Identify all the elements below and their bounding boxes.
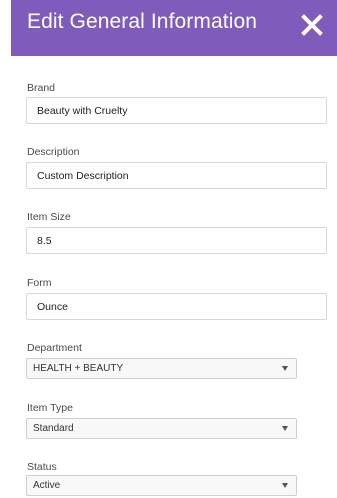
description-label: Description — [27, 146, 80, 158]
item-type-label: Item Type — [27, 402, 73, 414]
dialog-header: Edit General Information — [11, 0, 337, 56]
item-type-select[interactable]: Standard — [26, 418, 297, 439]
brand-input[interactable] — [26, 97, 327, 124]
form-label: Form — [27, 277, 52, 289]
close-button[interactable] — [299, 12, 325, 38]
description-input[interactable] — [26, 162, 327, 189]
item-size-label: Item Size — [27, 211, 71, 223]
status-select[interactable]: Active — [26, 475, 297, 496]
form-input[interactable] — [26, 293, 327, 320]
department-selected-value: HEALTH + BEAUTY — [33, 363, 124, 374]
department-label: Department — [27, 342, 82, 354]
chevron-down-icon — [282, 366, 288, 371]
item-type-selected-value: Standard — [33, 423, 74, 434]
close-icon — [301, 14, 323, 36]
status-label: Status — [27, 461, 57, 473]
chevron-down-icon — [282, 483, 288, 488]
department-select[interactable]: HEALTH + BEAUTY — [26, 358, 297, 379]
chevron-down-icon — [282, 426, 288, 431]
brand-label: Brand — [27, 82, 56, 94]
dialog-title: Edit General Information — [27, 10, 258, 33]
status-selected-value: Active — [33, 480, 61, 491]
item-size-input[interactable] — [26, 227, 327, 254]
